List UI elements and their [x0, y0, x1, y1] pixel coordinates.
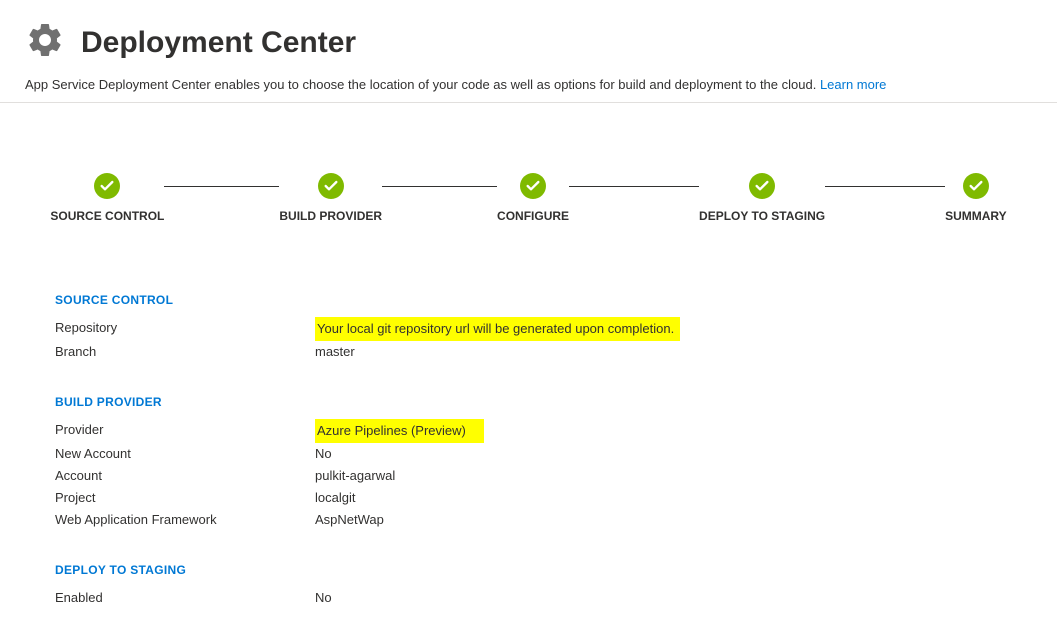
check-icon: [323, 178, 339, 194]
section-title: BUILD PROVIDER: [55, 395, 1057, 409]
page-description: App Service Deployment Center enables yo…: [0, 65, 1057, 103]
progress-stepper: SOURCE CONTROL BUILD PROVIDER CONFIGURE …: [0, 103, 1057, 223]
step-label: BUILD PROVIDER: [279, 209, 382, 223]
step-circle: [94, 173, 120, 199]
check-icon: [525, 178, 541, 194]
step-circle: [749, 173, 775, 199]
label-repository: Repository: [55, 317, 315, 341]
value-branch: master: [315, 341, 355, 363]
page-header: Deployment Center: [0, 0, 1057, 65]
step-circle: [963, 173, 989, 199]
label-project: Project: [55, 487, 315, 509]
label-framework: Web Application Framework: [55, 509, 315, 531]
check-icon: [754, 178, 770, 194]
step-connector: [569, 186, 699, 187]
row-branch: Branch master: [55, 341, 1057, 363]
value-framework: AspNetWap: [315, 509, 384, 531]
step-summary[interactable]: SUMMARY: [945, 173, 1007, 223]
check-icon: [968, 178, 984, 194]
check-icon: [99, 178, 115, 194]
step-label: CONFIGURE: [497, 209, 569, 223]
step-connector: [382, 186, 497, 187]
section-source-control: SOURCE CONTROL Repository Your local git…: [55, 293, 1057, 363]
step-connector: [825, 186, 945, 187]
step-source-control[interactable]: SOURCE CONTROL: [50, 173, 164, 223]
description-text: App Service Deployment Center enables yo…: [25, 77, 820, 92]
label-provider: Provider: [55, 419, 315, 443]
section-title: DEPLOY TO STAGING: [55, 563, 1057, 577]
step-circle: [318, 173, 344, 199]
step-label: SOURCE CONTROL: [50, 209, 164, 223]
row-project: Project localgit: [55, 487, 1057, 509]
step-label: DEPLOY TO STAGING: [699, 209, 825, 223]
row-enabled: Enabled No: [55, 587, 1057, 609]
value-account: pulkit-agarwal: [315, 465, 395, 487]
row-account: Account pulkit-agarwal: [55, 465, 1057, 487]
gear-icon: [25, 20, 65, 65]
page-title: Deployment Center: [81, 26, 356, 60]
step-configure[interactable]: CONFIGURE: [497, 173, 569, 223]
value-provider: Azure Pipelines (Preview): [315, 419, 484, 443]
label-branch: Branch: [55, 341, 315, 363]
row-provider: Provider Azure Pipelines (Preview): [55, 419, 1057, 443]
step-connector: [164, 186, 279, 187]
section-deploy-to-staging: DEPLOY TO STAGING Enabled No: [55, 563, 1057, 609]
label-account: Account: [55, 465, 315, 487]
step-deploy-to-staging[interactable]: DEPLOY TO STAGING: [699, 173, 825, 223]
value-project: localgit: [315, 487, 355, 509]
step-build-provider[interactable]: BUILD PROVIDER: [279, 173, 382, 223]
summary-content: SOURCE CONTROL Repository Your local git…: [0, 223, 1057, 609]
value-new-account: No: [315, 443, 332, 465]
row-repository: Repository Your local git repository url…: [55, 317, 1057, 341]
label-new-account: New Account: [55, 443, 315, 465]
value-repository: Your local git repository url will be ge…: [315, 317, 680, 341]
step-circle: [520, 173, 546, 199]
step-label: SUMMARY: [945, 209, 1007, 223]
section-title: SOURCE CONTROL: [55, 293, 1057, 307]
learn-more-link[interactable]: Learn more: [820, 77, 886, 92]
row-framework: Web Application Framework AspNetWap: [55, 509, 1057, 531]
label-enabled: Enabled: [55, 587, 315, 609]
row-new-account: New Account No: [55, 443, 1057, 465]
value-enabled: No: [315, 587, 332, 609]
section-build-provider: BUILD PROVIDER Provider Azure Pipelines …: [55, 395, 1057, 531]
